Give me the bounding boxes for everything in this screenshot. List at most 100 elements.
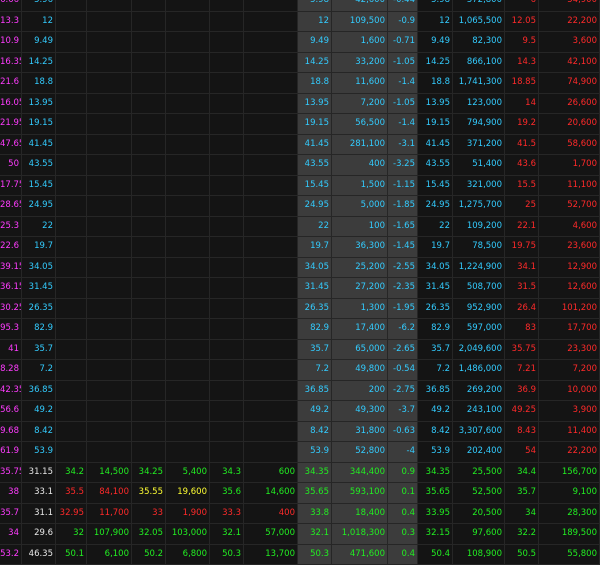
cell-b1v [244,422,298,442]
cell-b1v [244,12,298,32]
cell-a1v: 1,741,300 [453,73,505,93]
cell-ref: 41 [0,340,22,360]
cell-b1p: 50.3 [210,545,244,565]
cell-b3p [56,0,87,11]
cell-b1v [244,401,298,421]
board-row[interactable]: 42.3536.8536.85200-2.7536.85269,20036.91… [0,381,600,402]
cell-b1p [210,442,244,462]
cell-mp: 9.49 [298,32,332,52]
board-row[interactable]: 13.31212109,500-0.9121,065,50012.0522,20… [0,12,600,33]
board-row[interactable]: 10.99.499.491,600-0.719.4982,3009.53,600 [0,32,600,53]
cell-b2p: 32.05 [132,524,166,544]
cell-b3p [56,73,87,93]
cell-b3v [87,401,132,421]
cell-a1p: 34.35 [418,463,453,483]
cell-a2p: 14 [505,94,539,114]
cell-a1p: 24.95 [418,196,453,216]
cell-b3v [87,217,132,237]
cell-a2v: 54,900 [539,0,600,11]
cell-a2p: 36.9 [505,381,539,401]
cell-mp: 82.9 [298,319,332,339]
cell-b3p [56,217,87,237]
cell-ref: 30.25 [0,299,22,319]
board-row[interactable]: 47.6541.4541.45281,100-3.141.45371,20041… [0,135,600,156]
cell-chg: -2.55 [388,258,418,278]
board-row[interactable]: 28.6524.9524.955,000-1.8524.951,275,7002… [0,196,600,217]
cell-mv: 17,400 [332,319,388,339]
board-row[interactable]: 17.7515.4515.451,500-1.1515.45321,00015.… [0,176,600,197]
cell-a2v: 11,100 [539,176,600,196]
cell-b3p [56,196,87,216]
cell-chg: -1.95 [388,299,418,319]
board-row[interactable]: 35.731.132.9511,700331,90033.340033.818,… [0,504,600,525]
cell-a2v: 55,800 [539,545,600,565]
cell-mv: 281,100 [332,135,388,155]
cell-b1v [244,0,298,11]
board-row[interactable]: 9.688.428.4231,800-0.638.423,307,6008.43… [0,422,600,443]
cell-b2v [166,360,210,380]
cell-a1v: 108,900 [453,545,505,565]
cell-a1v: 97,600 [453,524,505,544]
price-board: 6.665.965.9842,600-0.445.98572,800654,90… [0,0,600,565]
cell-mp: 32.1 [298,524,332,544]
cell-b3p [56,114,87,134]
cell-a2v: 4,600 [539,217,600,237]
cell-chg: 0.9 [388,463,418,483]
board-row[interactable]: 6.665.965.9842,600-0.445.98572,800654,90… [0,0,600,12]
cell-ceil: 22 [22,217,56,237]
cell-a1v: 3,307,600 [453,422,505,442]
cell-b3v [87,299,132,319]
board-row[interactable]: 8.287.27.249,800-0.547.21,486,0007.217,2… [0,360,600,381]
cell-b3p [56,135,87,155]
cell-ceil: 35.7 [22,340,56,360]
cell-mp: 34.05 [298,258,332,278]
board-row[interactable]: 3833.135.584,10035.5519,60035.614,60035.… [0,483,600,504]
board-row[interactable]: 39.1534.0534.0525,200-2.5534.051,224,900… [0,258,600,279]
cell-a1v: 78,500 [453,237,505,257]
cell-a1v: 109,200 [453,217,505,237]
board-row[interactable]: 25.32222100-1.6522109,20022.14,600 [0,217,600,238]
cell-mp: 15.45 [298,176,332,196]
board-row[interactable]: 35.7531.1534.214,50034.255,40034.360034.… [0,463,600,484]
cell-b3v [87,258,132,278]
cell-a2v: 22,200 [539,12,600,32]
cell-b2p [132,340,166,360]
cell-a1p: 43.55 [418,155,453,175]
board-row[interactable]: 22.619.719.736,300-1.4519.778,50019.7523… [0,237,600,258]
board-row[interactable]: 4135.735.765,000-2.6535.72,049,60035.752… [0,340,600,361]
cell-b1p [210,176,244,196]
cell-b1p [210,278,244,298]
cell-b1p [210,340,244,360]
cell-ceil: 46.35 [22,545,56,565]
board-row[interactable]: 30.2526.3526.351,300-1.9526.35952,90026.… [0,299,600,320]
cell-a1p: 32.15 [418,524,453,544]
cell-ceil: 31.15 [22,463,56,483]
cell-mv: 1,500 [332,176,388,196]
cell-a2p: 49.25 [505,401,539,421]
cell-a2p: 50.5 [505,545,539,565]
board-row[interactable]: 53.246.3550.16,10050.26,80050.313,70050.… [0,545,600,565]
board-row[interactable]: 56.649.249.249,300-3.749.2243,10049.253,… [0,401,600,422]
board-row[interactable]: 5043.5543.55400-3.2543.5551,40043.61,700 [0,155,600,176]
cell-b3v [87,237,132,257]
board-row[interactable]: 16.0513.9513.957,200-1.0513.95123,000142… [0,94,600,115]
board-row[interactable]: 95.382.982.917,400-6.282.9597,0008317,70… [0,319,600,340]
cell-a2p: 34 [505,504,539,524]
board-row[interactable]: 3429.632107,90032.05103,00032.157,00032.… [0,524,600,545]
cell-mv: 1,018,300 [332,524,388,544]
cell-ceil: 7.2 [22,360,56,380]
cell-mv: 7,200 [332,94,388,114]
board-row[interactable]: 21.9519.1519.1556,500-1.419.15794,90019.… [0,114,600,135]
cell-b1v [244,360,298,380]
board-row[interactable]: 21.618.818.811,600-1.418.81,741,30018.85… [0,73,600,94]
cell-ref: 10.9 [0,32,22,52]
board-row[interactable]: 61.953.953.952,800-453.9202,4005422,200 [0,442,600,463]
cell-a1p: 5.98 [418,0,453,11]
cell-b3v [87,278,132,298]
cell-b1v: 57,000 [244,524,298,544]
cell-mv: 11,600 [332,73,388,93]
cell-b2v [166,401,210,421]
cell-mv: 33,200 [332,53,388,73]
board-row[interactable]: 16.3514.2514.2533,200-1.0514.25866,10014… [0,53,600,74]
board-row[interactable]: 36.1531.4531.4527,200-2.3531.45508,70031… [0,278,600,299]
